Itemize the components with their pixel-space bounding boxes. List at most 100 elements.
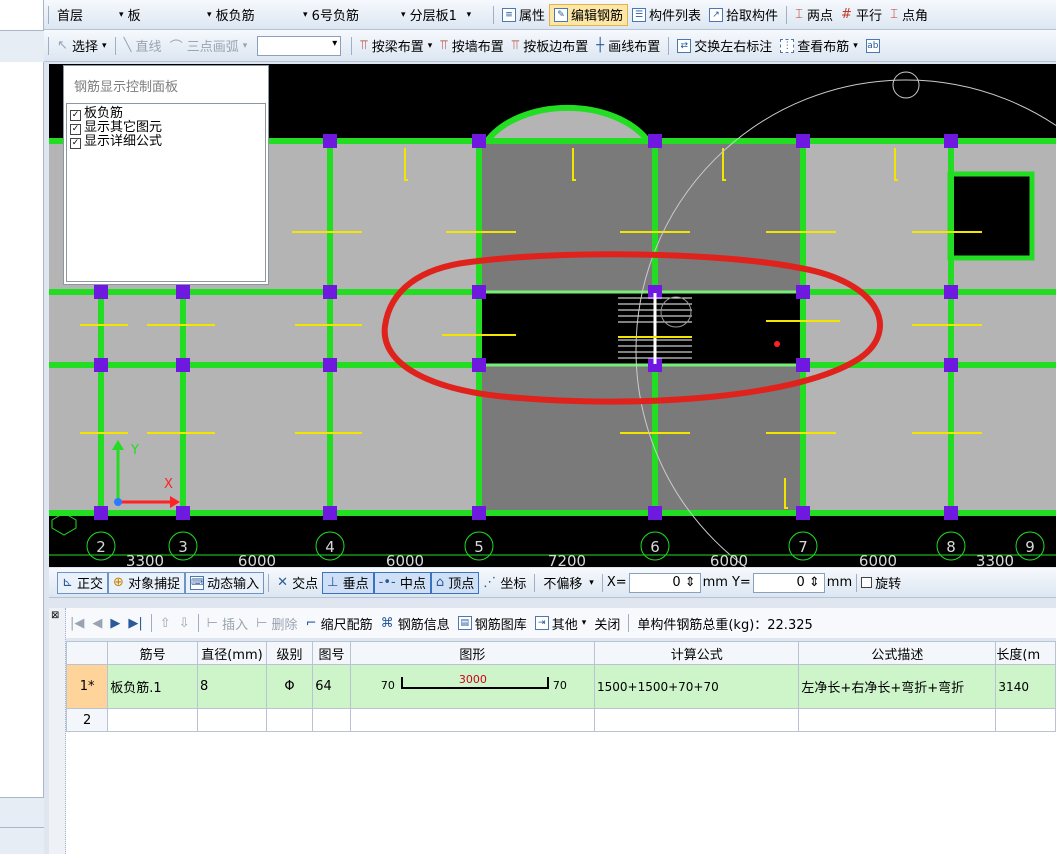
close-button[interactable]: 关闭 bbox=[590, 612, 624, 634]
table-row[interactable]: 1* 板负筋.1 8 Φ 64 70 3000 70 1500+1500+70+… bbox=[66, 664, 1056, 709]
column-header[interactable]: 长度(m bbox=[995, 641, 1056, 665]
delete-button[interactable]: ⊢ 删除 bbox=[252, 612, 301, 634]
other-label: 其他 bbox=[551, 617, 578, 633]
last-record-button[interactable]: ▶| bbox=[124, 612, 146, 634]
chevron-down-icon: ▾ bbox=[242, 40, 248, 51]
y-axis-label: Y bbox=[130, 443, 139, 458]
view-rebar-button[interactable]: ⋮ 查看布筋 ▾ bbox=[776, 35, 862, 57]
coordinate-snap[interactable]: ⋰ 坐标 bbox=[479, 572, 530, 594]
line-style-combo[interactable] bbox=[257, 35, 342, 56]
checkbox-checked-icon[interactable]: ✓ bbox=[70, 138, 81, 149]
cell-shape[interactable] bbox=[349, 708, 595, 732]
column-header[interactable]: 图号 bbox=[312, 641, 351, 665]
parallel-button[interactable]: # 平行 bbox=[837, 4, 886, 26]
next-record-button[interactable]: ▶ bbox=[106, 612, 124, 634]
cell-shape[interactable]: 70 3000 70 bbox=[349, 664, 595, 709]
component-list-button[interactable]: ☰ 构件列表 bbox=[628, 4, 705, 26]
option-show-other[interactable]: ✓ 显示其它图元 bbox=[70, 121, 262, 135]
cell-grade[interactable]: Φ bbox=[265, 664, 314, 709]
component-select[interactable]: ▾ 6号负筋 bbox=[295, 4, 393, 26]
row-number-header bbox=[66, 641, 109, 665]
x-unit-label: mm bbox=[702, 575, 728, 590]
prev-record-button[interactable]: ◀ bbox=[88, 612, 106, 634]
x-offset-input[interactable]: 0 ⇕ bbox=[628, 572, 701, 593]
object-snap-toggle[interactable]: ⊕ 对象捕捉 bbox=[108, 571, 186, 594]
floor-select[interactable]: 首层 bbox=[53, 4, 111, 26]
subtype-select[interactable]: ▾ 板负筋 bbox=[199, 4, 295, 26]
perpendicular-snap[interactable]: ⊥ 垂点 bbox=[322, 571, 374, 594]
row-number[interactable]: 2 bbox=[66, 708, 109, 732]
info-icon: ⌘ bbox=[380, 615, 398, 631]
cell-length[interactable]: 3140 bbox=[995, 664, 1056, 709]
move-up-button[interactable]: ⇧ bbox=[156, 612, 175, 634]
column-header[interactable]: 公式描述 bbox=[798, 641, 997, 665]
axis-label: 3 bbox=[178, 538, 188, 556]
separator bbox=[601, 573, 603, 592]
type-select[interactable]: ▾ 板 bbox=[111, 4, 199, 26]
insert-button[interactable]: ⊢ 插入 bbox=[203, 612, 252, 634]
scale-rebar-button[interactable]: ⌐ 缩尺配筋 bbox=[302, 612, 377, 634]
column-header[interactable]: 筋号 bbox=[107, 641, 199, 665]
separator bbox=[351, 36, 353, 55]
slab-edge-icon: ⫪ bbox=[511, 38, 524, 53]
cell-figure-no[interactable] bbox=[312, 708, 351, 732]
checkbox-checked-icon[interactable]: ✓ bbox=[70, 124, 81, 135]
scale-label: 缩尺配筋 bbox=[320, 617, 373, 633]
cell-figure-no[interactable]: 64 bbox=[312, 664, 351, 709]
arc-button[interactable]: ⌒ 三点画弧 ▾ bbox=[166, 35, 252, 57]
option-negative-rebar[interactable]: ✓ 板负筋 bbox=[70, 107, 262, 121]
offset-mode-select[interactable]: 不偏移 ▾ bbox=[539, 572, 597, 594]
two-points-button[interactable]: ⌶ 两点 bbox=[791, 4, 837, 26]
axis-label: 6 bbox=[650, 538, 660, 556]
by-slab-edge-button[interactable]: ⫪ 按板边布置 bbox=[508, 35, 593, 57]
more-button[interactable]: ab bbox=[862, 35, 887, 57]
rebar-info-button[interactable]: ⌘ 钢筋信息 bbox=[377, 612, 454, 634]
delete-label: 删除 bbox=[271, 617, 298, 633]
line-button[interactable]: ╲ 直线 bbox=[120, 35, 166, 57]
row-number[interactable]: 1* bbox=[66, 664, 109, 709]
axis-label: 7 bbox=[798, 538, 808, 556]
option-show-formula[interactable]: ✓ 显示详细公式 bbox=[70, 135, 262, 149]
midpoint-snap[interactable]: -•- 中点 bbox=[373, 571, 431, 594]
slab-select[interactable]: ▾ 分层板1 ▾ bbox=[393, 4, 489, 26]
dynamic-input-toggle[interactable]: ⌨ 动态输入 bbox=[185, 571, 265, 594]
cell-name[interactable]: 板负筋.1 bbox=[107, 664, 199, 709]
scale-icon: ⌐ bbox=[305, 615, 321, 631]
edit-rebar-button[interactable]: ✎ 编辑钢筋 bbox=[549, 3, 629, 26]
first-record-button[interactable]: |◀ bbox=[66, 612, 88, 634]
cell-diameter[interactable] bbox=[197, 708, 267, 732]
table-row[interactable]: 2 bbox=[66, 708, 1056, 732]
rebar-library-button[interactable]: ▤ 钢筋图库 bbox=[454, 612, 531, 634]
column-header[interactable]: 计算公式 bbox=[593, 641, 800, 665]
rotate-checkbox[interactable] bbox=[861, 577, 873, 588]
draw-line-layout-button[interactable]: ┼ 画线布置 bbox=[592, 35, 664, 57]
point-angle-button[interactable]: ⌶ 点角 bbox=[886, 4, 932, 26]
cell-diameter[interactable]: 8 bbox=[197, 664, 267, 709]
column-header[interactable]: 级别 bbox=[265, 641, 314, 665]
checkbox-checked-icon[interactable]: ✓ bbox=[70, 110, 81, 121]
y-offset-input[interactable]: 0 ⇕ bbox=[752, 572, 825, 593]
select-button[interactable]: ↖ 选择 ▾ bbox=[53, 35, 111, 57]
cell-formula[interactable] bbox=[593, 708, 800, 732]
ortho-toggle[interactable]: ⊾ 正交 bbox=[57, 571, 109, 594]
cell-formula[interactable]: 1500+1500+70+70 bbox=[593, 664, 800, 709]
column-header[interactable]: 直径(mm) bbox=[197, 641, 267, 665]
vertex-snap[interactable]: ⌂ 顶点 bbox=[430, 571, 480, 594]
swap-label-button[interactable]: ⇄ 交换左右标注 bbox=[673, 35, 776, 57]
column-header[interactable]: 图形 bbox=[349, 641, 595, 665]
rebar-display-panel: 钢筋显示控制面板 ✓ 板负筋 ✓ 显示其它图元 ✓ 显示详细公式 bbox=[63, 65, 269, 285]
intersection-snap[interactable]: ✕ 交点 bbox=[273, 572, 322, 594]
pick-component-button[interactable]: ↗ 拾取构件 bbox=[705, 4, 782, 26]
cell-grade[interactable] bbox=[265, 708, 314, 732]
by-wall-button[interactable]: ⫪ 按墙布置 bbox=[436, 35, 508, 57]
close-panel-icon[interactable]: ⊠ bbox=[51, 610, 65, 621]
separator bbox=[150, 614, 152, 632]
cell-formula-desc[interactable]: 左净长+右净长+弯折+弯折 bbox=[798, 664, 997, 709]
cell-name[interactable] bbox=[107, 708, 199, 732]
move-down-button[interactable]: ⇩ bbox=[175, 612, 194, 634]
other-button[interactable]: ⇥ 其他 ▾ bbox=[531, 612, 591, 634]
properties-button[interactable]: ≡ 属性 bbox=[498, 4, 549, 26]
by-beam-button[interactable]: ⫪ 按梁布置 ▾ bbox=[356, 35, 436, 57]
cell-formula-desc[interactable] bbox=[798, 708, 997, 732]
cell-length[interactable] bbox=[995, 708, 1056, 732]
